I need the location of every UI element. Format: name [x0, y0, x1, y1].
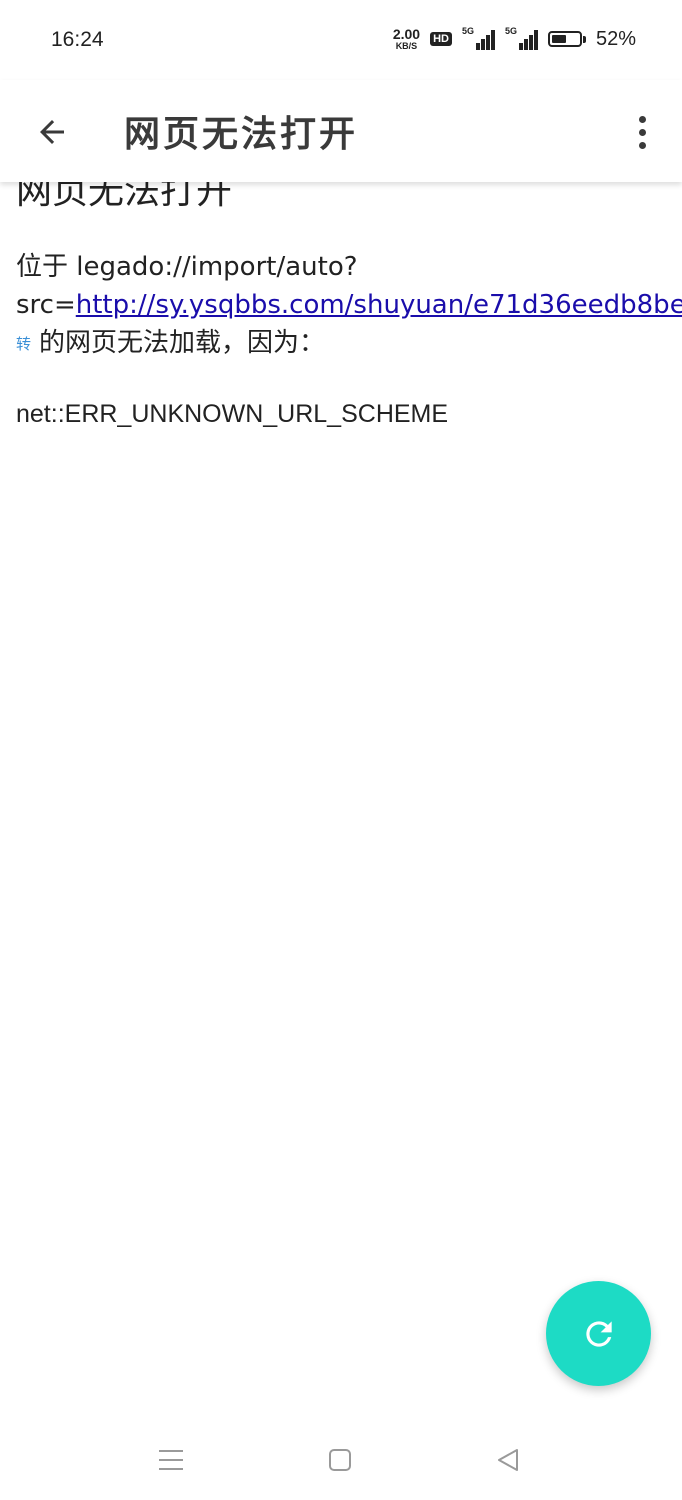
- error-desc-line-2: src=http://sy.ysqbbs.com/shuyuan/e71d36e…: [16, 286, 682, 324]
- system-nav-bar: [0, 1420, 682, 1500]
- page-title: 网页无法打开: [124, 114, 359, 155]
- status-time: 16:24: [51, 28, 104, 51]
- back-button[interactable]: [24, 104, 80, 160]
- app-bar: 网页无法打开: [0, 80, 682, 182]
- arrow-left-icon: [40, 120, 64, 144]
- more-options-button[interactable]: [620, 104, 664, 160]
- recents-button[interactable]: [151, 1440, 191, 1480]
- battery-icon: [547, 31, 586, 47]
- refresh-icon: [585, 1320, 612, 1347]
- error-desc-suffix: 的网页无法加载，因为：: [39, 328, 326, 358]
- status-icons: 2.00 KB/S HD 5G 5G 52%: [393, 26, 636, 51]
- nav-back-button[interactable]: [488, 1440, 528, 1480]
- src-label: src=: [16, 290, 76, 320]
- signal-icon-2: 5G: [504, 26, 538, 50]
- signal-1-tag: 5G: [461, 26, 474, 36]
- network-speed: 2.00 KB/S: [393, 27, 420, 51]
- network-speed-value: 2.00: [392, 26, 421, 42]
- home-button[interactable]: [320, 1440, 360, 1480]
- triangle-back-icon: [498, 1449, 518, 1471]
- error-description: 位于 legado://import/auto? src=http://sy.y…: [16, 248, 682, 363]
- status-bar: 16:24 2.00 KB/S HD 5G 5G 52%: [0, 0, 682, 80]
- menu-lines-icon: [159, 1450, 183, 1470]
- error-desc-line-1: 位于 legado://import/auto?: [16, 252, 358, 282]
- network-speed-unit: KB/S: [395, 41, 418, 51]
- battery-percent: 52%: [595, 27, 636, 50]
- signal-icon: 5G: [461, 26, 495, 50]
- more-vert-icon: [638, 115, 646, 123]
- refresh-button[interactable]: [546, 1281, 651, 1386]
- web-view[interactable]: 网页无法打开 位于 legado://import/auto? src=http…: [0, 140, 682, 1420]
- error-code: net::ERR_UNKNOWN_URL_SCHEME: [16, 400, 449, 428]
- hd-voice-icon: HD: [430, 32, 452, 46]
- translate-icon[interactable]: 转: [16, 335, 31, 353]
- failed-url-link[interactable]: http://sy.ysqbbs.com/shuyuan/e71d36eedb8…: [76, 290, 682, 320]
- square-icon: [329, 1449, 351, 1471]
- error-desc-line-3: 转的网页无法加载，因为：: [16, 324, 682, 363]
- signal-2-tag: 5G: [504, 26, 517, 36]
